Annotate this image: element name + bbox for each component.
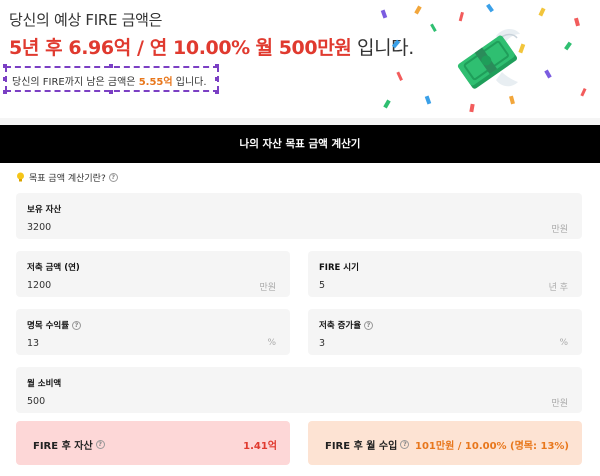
remaining-prefix: 당신의 FIRE까지 남은 금액은 [12, 77, 139, 88]
selection-handle[interactable] [109, 90, 113, 94]
remaining-value: 5.55억 [138, 77, 173, 88]
monthly-income-value: 101만원 / 10.00% (명목: 13%) [415, 441, 569, 452]
summary-intro: 당신의 예상 FIRE 금액은 [9, 11, 163, 29]
nominal-return-unit: % [267, 338, 276, 348]
monthly-spend-value[interactable]: 500 [27, 396, 45, 407]
assets-field[interactable]: 보유 자산 3200 만원 [16, 193, 582, 239]
selection-handle[interactable] [215, 64, 219, 68]
monthly-income-label-row: FIRE 후 월 수입 ? [325, 437, 410, 452]
monthly-spend-label: 월 소비액 [27, 379, 62, 389]
years-amount: 5년 후 6.96억 [9, 37, 131, 59]
assets-after-label-row: FIRE 후 자산 ? [33, 437, 105, 452]
assets-after-value: 1.41억 [243, 441, 277, 452]
sep-slash: / [130, 37, 150, 59]
question-circle-icon[interactable]: ? [400, 440, 410, 449]
selection-handle[interactable] [215, 77, 219, 81]
fire-time-unit: 년 후 [548, 283, 568, 293]
savings-value[interactable]: 1200 [27, 280, 51, 291]
assets-unit: 만원 [551, 225, 568, 235]
calculator-guide[interactable]: 목표 금액 계산기란? ? [16, 171, 118, 184]
fire-time-value[interactable]: 5 [319, 280, 325, 291]
monthly-amount: 월 500만원 [255, 37, 352, 59]
savings-growth-unit: % [559, 338, 568, 348]
summary-headline: 5년 후 6.96억 / 연 10.00% 월 500만원 입니다. [9, 33, 414, 60]
savings-field[interactable]: 저축 금액 (연) 1200 만원 [16, 251, 290, 297]
selection-handle[interactable] [215, 90, 219, 94]
question-circle-icon[interactable]: ? [72, 320, 82, 330]
fire-summary-banner: 당신의 예상 FIRE 금액은 5년 후 6.96억 / 연 10.00% 월 … [0, 0, 600, 125]
savings-growth-label: 저축 증가율 [319, 321, 362, 331]
remaining-amount-box[interactable]: 당신의 FIRE까지 남은 금액은 5.55억 입니다. [5, 66, 219, 92]
nominal-return-value[interactable]: 13 [27, 338, 39, 349]
savings-label: 저축 금액 (연) [27, 263, 80, 273]
goal-calculator: 나의 자산 목표 금액 계산기 목표 금액 계산기란? ? 보유 자산 3200… [0, 125, 600, 476]
remaining-suffix: 입니다. [172, 77, 207, 88]
monthly-income-label: FIRE 후 월 수입 [325, 441, 398, 452]
assets-after-label: FIRE 후 자산 [33, 441, 93, 452]
calculator-title: 나의 자산 목표 금액 계산기 [0, 125, 600, 163]
monthly-spend-unit: 만원 [551, 399, 568, 409]
monthly-spend-field[interactable]: 월 소비액 500 만원 [16, 367, 582, 413]
annual-rate: 연 10.00% [149, 37, 250, 59]
nominal-return-label-row: 명목 수익률 ? [27, 319, 82, 331]
question-circle-icon[interactable]: ? [108, 173, 118, 182]
savings-growth-field[interactable]: 저축 증가율 ? 3 % [308, 309, 582, 355]
assets-label: 보유 자산 [27, 205, 62, 215]
guide-label: 목표 금액 계산기란? [29, 174, 106, 184]
monthly-income-card: FIRE 후 월 수입 ? 101만원 / 10.00% (명목: 13%) [308, 421, 582, 465]
flying-money-icon [457, 29, 520, 89]
selection-handle[interactable] [3, 64, 7, 68]
savings-unit: 만원 [259, 283, 276, 293]
assets-value[interactable]: 3200 [27, 222, 51, 233]
savings-growth-label-row: 저축 증가율 ? [319, 319, 374, 331]
question-circle-icon[interactable]: ? [364, 320, 374, 330]
savings-growth-value[interactable]: 3 [319, 338, 325, 349]
assets-after-fire-card: FIRE 후 자산 ? 1.41억 [16, 421, 290, 465]
selection-handle[interactable] [3, 90, 7, 94]
nominal-return-label: 명목 수익률 [27, 321, 70, 331]
selection-handle[interactable] [109, 64, 113, 68]
nominal-return-field[interactable]: 명목 수익률 ? 13 % [16, 309, 290, 355]
fire-time-field[interactable]: FIRE 시기 5 년 후 [308, 251, 582, 297]
fire-time-label: FIRE 시기 [319, 263, 359, 273]
section-divider [0, 118, 600, 125]
selection-handle[interactable] [3, 77, 7, 81]
question-circle-icon[interactable]: ? [95, 440, 105, 449]
lightbulb-icon [17, 172, 24, 182]
